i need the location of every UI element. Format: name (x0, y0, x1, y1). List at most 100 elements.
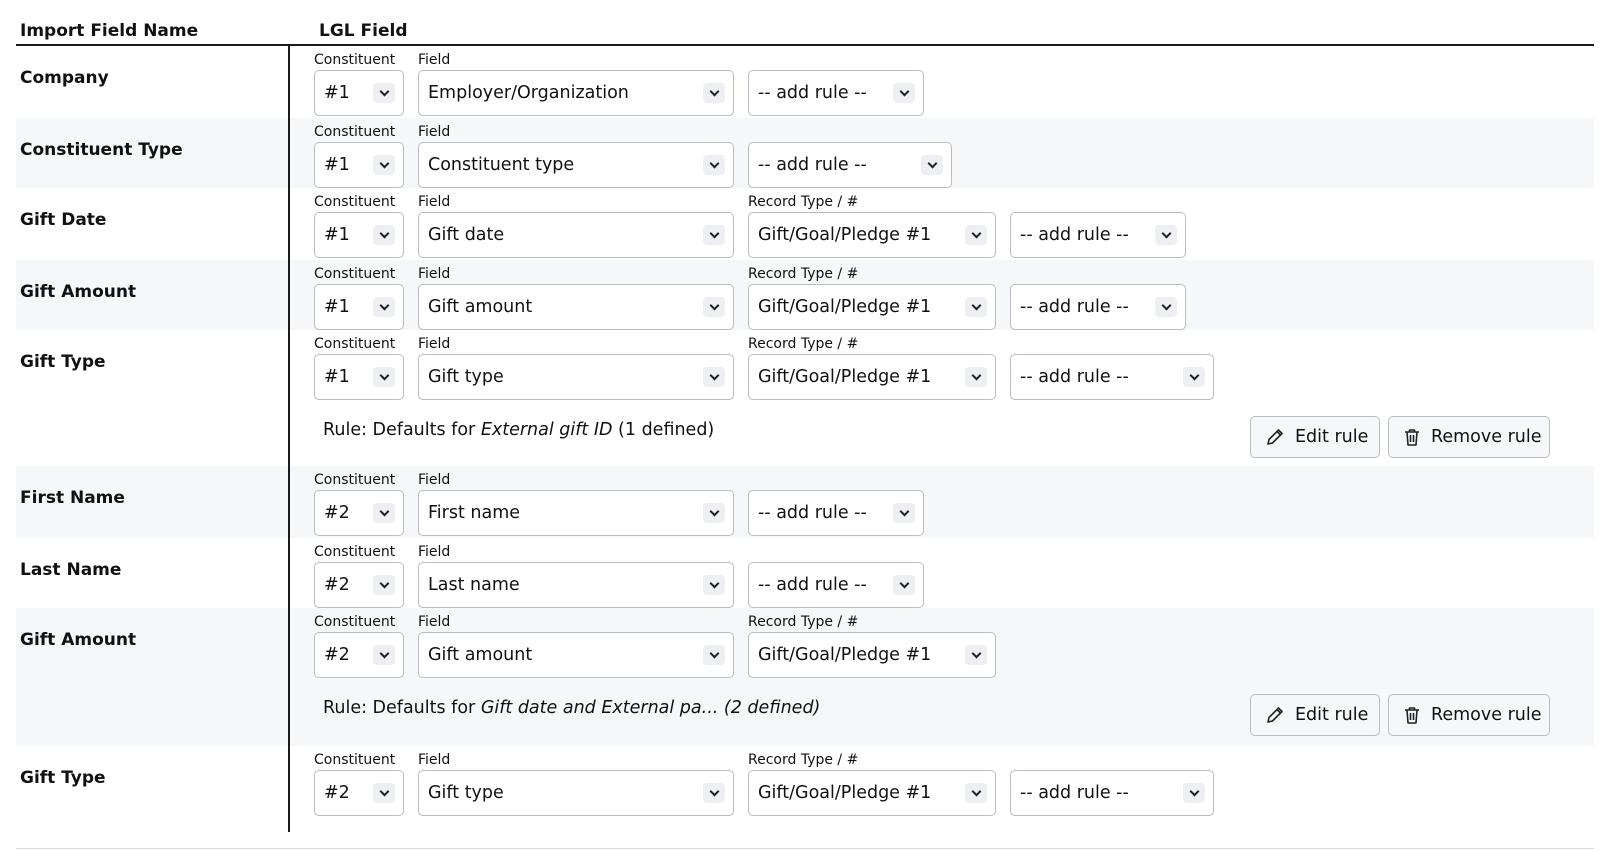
table-row: Gift Type Constituent Field #1 Gift type Reco… (16, 330, 1594, 466)
chevron-down-icon[interactable] (1183, 783, 1205, 803)
chevron-down-icon[interactable] (373, 503, 395, 523)
constituent-select[interactable]: #1 (314, 142, 404, 188)
chevron-down-icon[interactable] (965, 645, 987, 665)
record-type-select[interactable]: Gift/Goal/Pledge #1 (748, 284, 996, 330)
record-type-select-value: Gift/Goal/Pledge #1 (758, 783, 932, 803)
rule-target: Gift date and External pa... (2 defined) (480, 698, 821, 718)
import-field-name: Company (20, 68, 109, 88)
record-type-select[interactable]: Gift/Goal/Pledge #1 (748, 632, 996, 678)
field-select-value: First name (428, 503, 521, 523)
rule-summary: Rule: Defaults for External gift ID (1 d… (323, 420, 714, 440)
field-select[interactable]: Gift amount (418, 632, 734, 678)
field-label: Constituent (314, 194, 396, 210)
field-label: Field (418, 52, 451, 68)
chevron-down-icon[interactable] (893, 503, 915, 523)
add-rule-select[interactable]: -- add rule -- (1010, 770, 1214, 816)
chevron-down-icon[interactable] (703, 297, 725, 317)
import-field-name: Last Name (20, 560, 122, 580)
chevron-down-icon[interactable] (921, 155, 943, 175)
chevron-down-icon[interactable] (373, 225, 395, 245)
chevron-down-icon[interactable] (1155, 225, 1177, 245)
import-field-name: Gift Date (20, 210, 107, 230)
record-type-select-value: Gift/Goal/Pledge #1 (758, 367, 932, 387)
field-select[interactable]: Gift date (418, 212, 734, 258)
record-type-select[interactable]: Gift/Goal/Pledge #1 (748, 354, 996, 400)
constituent-select[interactable]: #2 (314, 632, 404, 678)
chevron-down-icon[interactable] (703, 83, 725, 103)
constituent-select[interactable]: #2 (314, 770, 404, 816)
chevron-down-icon[interactable] (965, 297, 987, 317)
chevron-down-icon[interactable] (703, 155, 725, 175)
chevron-down-icon[interactable] (373, 155, 395, 175)
remove-rule-label: Remove rule (1431, 427, 1542, 447)
chevron-down-icon[interactable] (1183, 367, 1205, 387)
add-rule-select[interactable]: -- add rule -- (1010, 284, 1186, 330)
field-select[interactable]: Gift amount (418, 284, 734, 330)
field-select[interactable]: Gift type (418, 354, 734, 400)
field-label: Constituent (314, 124, 396, 140)
constituent-select[interactable]: #1 (314, 70, 404, 116)
chevron-down-icon[interactable] (965, 225, 987, 245)
field-select[interactable]: Employer/Organization (418, 70, 734, 116)
constituent-select[interactable]: #2 (314, 562, 404, 608)
table-row: Constituent Type Constituent Field #1 Consti… (16, 118, 1594, 188)
record-type-select[interactable]: Gift/Goal/Pledge #1 (748, 770, 996, 816)
field-label: Record Type / # (748, 266, 859, 282)
add-rule-select[interactable]: -- add rule -- (748, 142, 952, 188)
edit-rule-label: Edit rule (1295, 705, 1369, 725)
chevron-down-icon[interactable] (1155, 297, 1177, 317)
constituent-select[interactable]: #2 (314, 490, 404, 536)
field-select-value: Gift date (428, 225, 505, 245)
table-header: Import Field Name LGL Field (16, 18, 1594, 46)
rule-summary: Rule: Defaults for Gift date and Externa… (323, 698, 820, 718)
table-bottom-border (16, 848, 1594, 849)
constituent-select[interactable]: #1 (314, 284, 404, 330)
chevron-down-icon[interactable] (373, 575, 395, 595)
chevron-down-icon[interactable] (703, 783, 725, 803)
record-type-select[interactable]: Gift/Goal/Pledge #1 (748, 212, 996, 258)
field-select[interactable]: Last name (418, 562, 734, 608)
field-label: Constituent (314, 544, 396, 560)
chevron-down-icon[interactable] (373, 783, 395, 803)
field-select-value: Gift type (428, 367, 504, 387)
edit-rule-button[interactable]: Edit rule (1250, 694, 1380, 736)
field-label: Field (418, 266, 451, 282)
rule-prefix: Rule: Defaults for (323, 698, 481, 718)
chevron-down-icon[interactable] (965, 367, 987, 387)
remove-rule-label: Remove rule (1431, 705, 1542, 725)
field-label: Constituent (314, 752, 396, 768)
field-select[interactable]: First name (418, 490, 734, 536)
chevron-down-icon[interactable] (373, 297, 395, 317)
field-label: Record Type / # (748, 336, 859, 352)
chevron-down-icon[interactable] (703, 367, 725, 387)
chevron-down-icon[interactable] (965, 783, 987, 803)
chevron-down-icon[interactable] (373, 367, 395, 387)
chevron-down-icon[interactable] (703, 225, 725, 245)
add-rule-select[interactable]: -- add rule -- (748, 562, 924, 608)
chevron-down-icon[interactable] (703, 503, 725, 523)
remove-rule-button[interactable]: Remove rule (1388, 416, 1550, 458)
table-row: First Name Constituent Field #2 First name --… (16, 466, 1594, 538)
remove-rule-button[interactable]: Remove rule (1388, 694, 1550, 736)
chevron-down-icon[interactable] (703, 645, 725, 665)
field-select[interactable]: Constituent type (418, 142, 734, 188)
constituent-select[interactable]: #1 (314, 212, 404, 258)
field-select-value: Last name (428, 575, 520, 595)
field-label: Constituent (314, 614, 396, 630)
field-select[interactable]: Gift type (418, 770, 734, 816)
chevron-down-icon[interactable] (703, 575, 725, 595)
chevron-down-icon[interactable] (893, 83, 915, 103)
chevron-down-icon[interactable] (893, 575, 915, 595)
table-row: Last Name Constituent Field #2 Last name -- a… (16, 538, 1594, 608)
add-rule-select[interactable]: -- add rule -- (1010, 212, 1186, 258)
chevron-down-icon[interactable] (373, 645, 395, 665)
add-rule-select[interactable]: -- add rule -- (1010, 354, 1214, 400)
edit-rule-button[interactable]: Edit rule (1250, 416, 1380, 458)
pencil-icon (1251, 427, 1295, 447)
field-select-value: Employer/Organization (428, 83, 629, 103)
constituent-select[interactable]: #1 (314, 354, 404, 400)
field-label: Constituent (314, 266, 396, 282)
add-rule-select[interactable]: -- add rule -- (748, 70, 924, 116)
chevron-down-icon[interactable] (373, 83, 395, 103)
add-rule-select[interactable]: -- add rule -- (748, 490, 924, 536)
